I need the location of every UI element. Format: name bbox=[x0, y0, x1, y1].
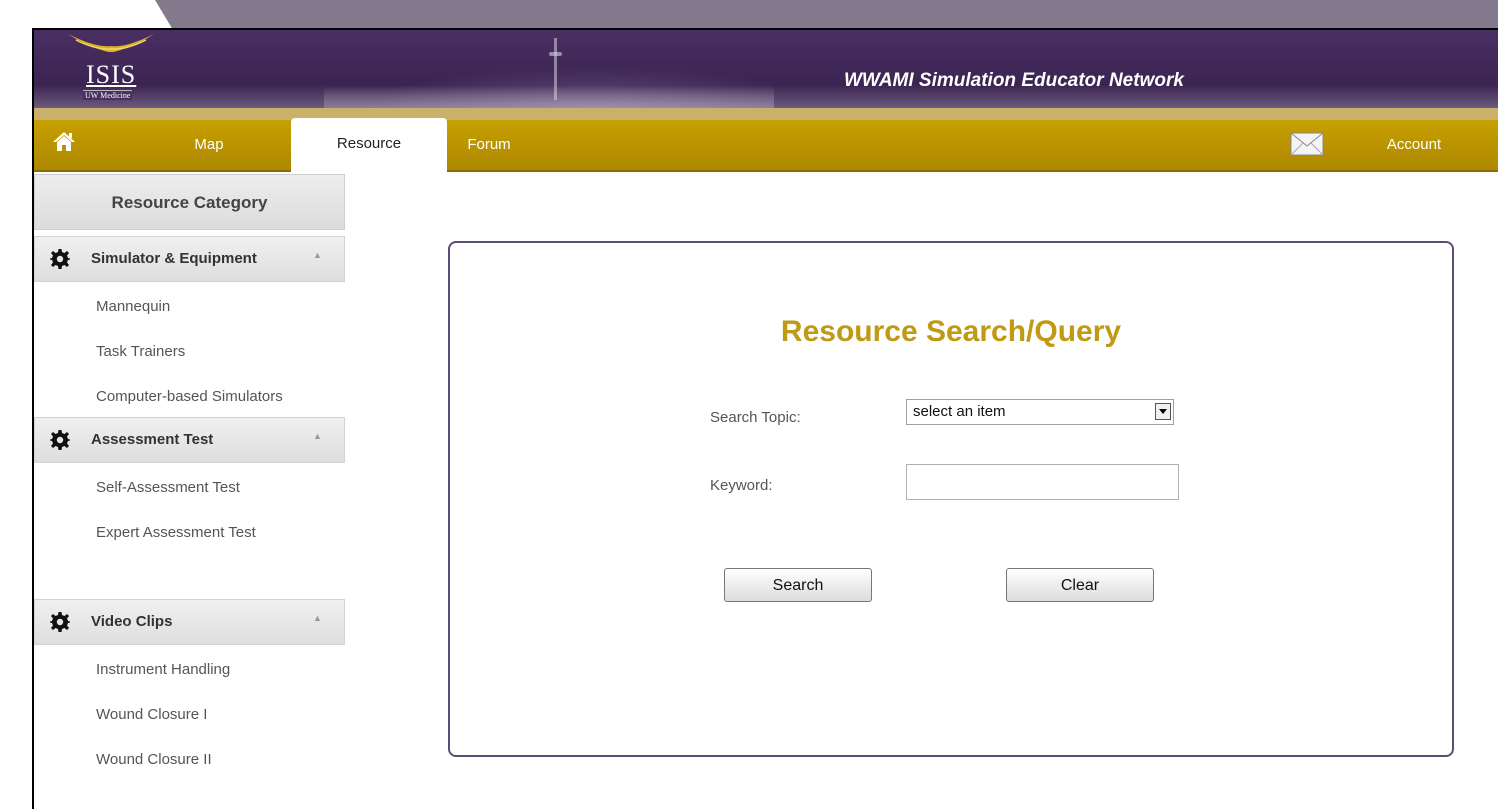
logo-text: ISIS bbox=[86, 60, 137, 89]
nav-tab-map[interactable]: Map bbox=[179, 120, 239, 170]
sidebar-group-video-clips[interactable]: Video Clips ▲ bbox=[34, 599, 345, 645]
sidebar-item-computer-based-simulators[interactable]: Computer-based Simulators bbox=[96, 388, 283, 405]
city-skyline-image bbox=[324, 60, 774, 108]
top-band bbox=[155, 0, 1498, 30]
sidebar-title: Resource Category bbox=[34, 174, 345, 230]
sidebar-group-label: Simulator & Equipment bbox=[91, 250, 257, 267]
gear-icon bbox=[50, 430, 70, 450]
sidebar-group-label: Video Clips bbox=[91, 613, 173, 630]
isis-logo[interactable]: ISIS UW Medicine bbox=[56, 32, 166, 106]
logo-subtext: UW Medicine bbox=[83, 90, 133, 100]
nav-tab-resource[interactable]: Resource bbox=[291, 118, 447, 172]
clear-button[interactable]: Clear bbox=[1006, 568, 1154, 602]
collapse-caret-icon[interactable]: ▲ bbox=[313, 250, 322, 260]
sidebar-item-task-trainers[interactable]: Task Trainers bbox=[96, 343, 185, 360]
nav-tab-forum[interactable]: Forum bbox=[459, 120, 519, 170]
sidebar-group-label: Assessment Test bbox=[91, 431, 214, 448]
search-button[interactable]: Search bbox=[724, 568, 872, 602]
nav-bar: Map Resource Forum Account bbox=[34, 108, 1498, 172]
sidebar-item-mannequin[interactable]: Mannequin bbox=[96, 298, 170, 315]
envelope-icon[interactable] bbox=[1290, 132, 1324, 156]
keyword-label: Keyword: bbox=[710, 477, 773, 494]
site-header: ISIS UW Medicine WWAMI Simulation Educat… bbox=[34, 30, 1498, 108]
space-needle-image bbox=[549, 38, 562, 100]
sidebar-item-wound-closure-i[interactable]: Wound Closure I bbox=[96, 706, 207, 723]
app-window: ISIS UW Medicine WWAMI Simulation Educat… bbox=[32, 28, 1498, 809]
top-background bbox=[0, 0, 1498, 30]
collapse-caret-icon[interactable]: ▲ bbox=[313, 613, 322, 623]
search-topic-selected-value: select an item bbox=[913, 403, 1006, 420]
sidebar-item-self-assessment-test[interactable]: Self-Assessment Test bbox=[96, 479, 240, 496]
sidebar-group-simulator-equipment[interactable]: Simulator & Equipment ▲ bbox=[34, 236, 345, 282]
search-panel-title: Resource Search/Query bbox=[780, 315, 1122, 348]
collapse-caret-icon[interactable]: ▲ bbox=[313, 431, 322, 441]
gear-icon bbox=[50, 249, 70, 269]
home-icon[interactable] bbox=[52, 130, 76, 152]
dropdown-arrow-icon[interactable] bbox=[1155, 403, 1171, 420]
sidebar-item-instrument-handling[interactable]: Instrument Handling bbox=[96, 661, 230, 678]
sidebar-item-expert-assessment-test[interactable]: Expert Assessment Test bbox=[96, 524, 256, 541]
sidebar: Resource Category Simulator & Equipment … bbox=[34, 174, 345, 809]
wing-logo-icon bbox=[68, 34, 154, 52]
search-topic-select[interactable]: select an item bbox=[906, 399, 1174, 425]
keyword-input[interactable] bbox=[906, 464, 1179, 500]
search-panel: Resource Search/Query Search Topic: sele… bbox=[448, 241, 1454, 757]
gear-icon bbox=[50, 612, 70, 632]
nav-bar-inner: Map Resource Forum Account bbox=[34, 118, 1498, 172]
search-topic-label: Search Topic: bbox=[710, 409, 801, 426]
sidebar-item-wound-closure-ii[interactable]: Wound Closure II bbox=[96, 751, 212, 768]
nav-account[interactable]: Account bbox=[1374, 120, 1454, 170]
site-title: WWAMI Simulation Educator Network bbox=[844, 70, 1184, 91]
sidebar-group-assessment-test[interactable]: Assessment Test ▲ bbox=[34, 417, 345, 463]
